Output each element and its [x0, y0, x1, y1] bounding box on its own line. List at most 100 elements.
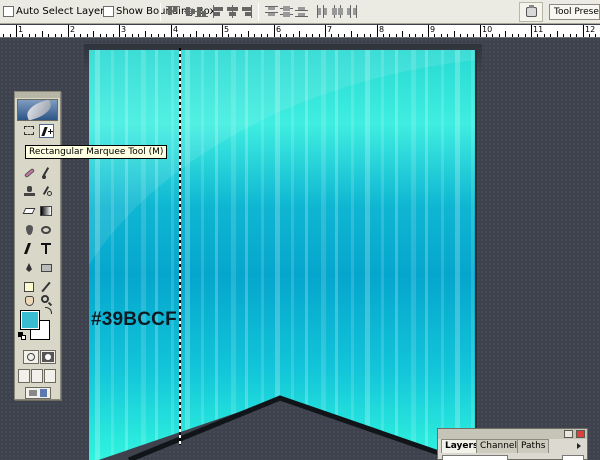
- ruler-tick: [145, 31, 146, 37]
- align-horizontal-centers-icon[interactable]: [226, 5, 239, 18]
- close-palette-button[interactable]: [576, 430, 585, 438]
- rectangular-marquee-icon[interactable]: [22, 124, 37, 138]
- ruler-tick: [48, 34, 49, 37]
- ruler-tick: [480, 25, 481, 37]
- tool-tooltip: Rectangular Marquee Tool (M): [25, 145, 168, 159]
- ruler-number: 1: [18, 25, 24, 34]
- ruler-tick: [164, 34, 165, 37]
- opacity-field[interactable]: [562, 455, 584, 460]
- ruler-tick: [473, 34, 474, 37]
- ruler-tick: [357, 34, 358, 37]
- notes-tool-icon[interactable]: [22, 280, 37, 294]
- ruler-tick: [389, 34, 390, 37]
- align-bottom-edges-icon[interactable]: [195, 5, 208, 18]
- standard-screen-mode-button[interactable]: [18, 369, 30, 383]
- banner-stripe: [441, 50, 444, 460]
- distribute-horizontal-centers-icon[interactable]: [331, 5, 344, 18]
- ruler-tick: [171, 25, 172, 37]
- ruler-tick: [286, 34, 287, 37]
- ruler-tick: [537, 34, 538, 37]
- ruler-number: 11: [533, 25, 544, 34]
- ruler-tick: [557, 31, 558, 37]
- hand-tool-icon[interactable]: [22, 294, 37, 308]
- file-browser-button[interactable]: [519, 2, 543, 22]
- tab-paths[interactable]: Paths: [517, 439, 550, 453]
- clone-stamp-icon[interactable]: [22, 185, 37, 199]
- ruler-tick: [576, 34, 577, 37]
- ruler-tick: [280, 34, 281, 37]
- blur-tool-icon[interactable]: [22, 223, 37, 237]
- ruler-tick: [125, 34, 126, 37]
- quick-mask-mode-button[interactable]: [40, 350, 56, 364]
- healing-brush-icon[interactable]: [22, 166, 37, 180]
- swap-colors-icon[interactable]: [44, 306, 54, 316]
- ruler-tick: [467, 34, 468, 37]
- ruler-tick: [3, 34, 4, 37]
- ruler-tick: [100, 34, 101, 37]
- distribute-bottom-edges-icon[interactable]: [295, 5, 308, 18]
- banner-stripe: [365, 50, 370, 460]
- ruler-tick: [351, 31, 352, 37]
- ruler-tick: [550, 34, 551, 37]
- rectangle-shape-icon[interactable]: [39, 261, 54, 275]
- ruler-tick: [248, 31, 249, 37]
- dodge-tool-icon[interactable]: [39, 223, 54, 237]
- palette-menu-arrow-icon[interactable]: [574, 441, 584, 451]
- type-tool-icon[interactable]: [39, 242, 54, 256]
- brush-tool-icon[interactable]: [39, 166, 54, 180]
- tool-presets-tab[interactable]: Tool Presets: [549, 4, 600, 20]
- ruler-tick: [415, 34, 416, 37]
- full-screen-menu-mode-button[interactable]: [31, 369, 43, 383]
- ruler-tick: [254, 34, 255, 37]
- pen-tool-icon[interactable]: [22, 261, 37, 275]
- show-bounding-box-checkbox[interactable]: [103, 6, 114, 17]
- ruler-tick: [344, 34, 345, 37]
- ruler-tick: [190, 34, 191, 37]
- ruler-tick: [80, 34, 81, 37]
- banner-artwork[interactable]: [89, 50, 477, 460]
- eraser-tool-icon[interactable]: [22, 204, 37, 218]
- feather-icon: [24, 99, 54, 121]
- ruler-tick: [319, 34, 320, 37]
- ruler-tick: [409, 34, 410, 37]
- distribute-vertical-centers-icon[interactable]: [280, 5, 293, 18]
- ruler-tick: [183, 34, 184, 37]
- standard-mode-button[interactable]: [23, 350, 39, 364]
- banner-stripe: [291, 50, 294, 460]
- ruler-tick: [583, 25, 584, 37]
- ruler-tick: [29, 34, 30, 37]
- distribute-top-edges-icon[interactable]: [265, 5, 278, 18]
- history-brush-icon[interactable]: [39, 185, 54, 199]
- move-tool-icon[interactable]: [39, 124, 54, 138]
- auto-select-layer-checkbox[interactable]: [3, 6, 14, 17]
- blend-mode-dropdown[interactable]: [442, 455, 508, 460]
- ruler-tick: [203, 34, 204, 37]
- jump-to-imageready-button[interactable]: [25, 387, 51, 399]
- distribute-right-edges-icon[interactable]: [345, 5, 358, 18]
- ruler-tick: [35, 34, 36, 37]
- eyedropper-tool-icon[interactable]: [39, 280, 54, 294]
- ruler-tick: [544, 34, 545, 37]
- ruler-tick: [441, 34, 442, 37]
- foreground-color-swatch[interactable]: [20, 310, 40, 330]
- horizontal-ruler: 1 2 3 4 5 6 7 8 9 10 11 12: [0, 25, 600, 38]
- ruler-number: 7: [327, 25, 333, 34]
- marquee-selection-edge: [179, 48, 181, 445]
- full-screen-mode-button[interactable]: [44, 369, 56, 383]
- ruler-tick: [132, 34, 133, 37]
- photoshop-feather-logo[interactable]: [17, 99, 58, 121]
- ruler-number: 12: [585, 25, 596, 34]
- ruler-tick: [563, 34, 564, 37]
- palette-grip[interactable]: [15, 92, 60, 98]
- path-selection-icon[interactable]: [22, 242, 37, 256]
- default-colors-icon[interactable]: [18, 332, 28, 342]
- align-top-edges-icon[interactable]: [166, 5, 179, 18]
- minimize-palette-button[interactable]: [564, 430, 573, 438]
- align-right-edges-icon[interactable]: [240, 5, 253, 18]
- align-left-edges-icon[interactable]: [212, 5, 225, 18]
- ruler-tick: [196, 31, 197, 37]
- ruler-tick: [338, 34, 339, 37]
- distribute-left-edges-icon[interactable]: [316, 5, 329, 18]
- gradient-tool-icon[interactable]: [39, 204, 54, 218]
- auto-select-layer-label: Auto Select Layer: [16, 6, 105, 17]
